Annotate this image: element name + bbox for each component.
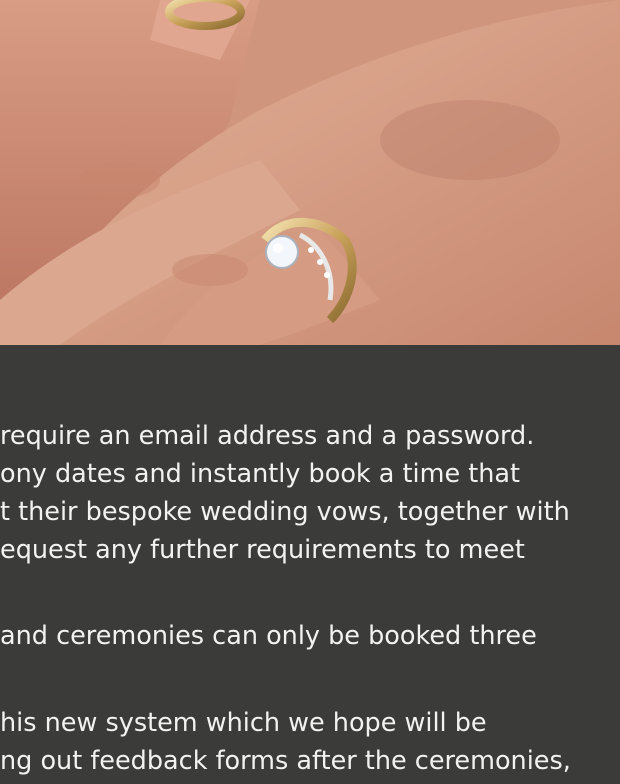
text-line: require an email address and a password.	[0, 421, 535, 451]
article-text-panel: require an email address and a password.…	[0, 345, 620, 784]
paragraph-ceremonies: and ceremonies can only be booked three	[0, 617, 537, 655]
text-line: equest any further requirements to meet	[0, 535, 525, 565]
text-line: ony dates and instantly book a time that	[0, 459, 521, 489]
text-line: ng out feedback forms after the ceremoni…	[0, 746, 571, 776]
text-line: t their bespoke wedding vows, together w…	[0, 497, 570, 527]
text-line: and ceremonies can only be booked three	[0, 621, 537, 651]
text-line: his new system which we hope will be	[0, 708, 487, 738]
paragraph-booking: require an email address and a password.…	[0, 417, 570, 569]
wedding-ring-photo	[0, 0, 620, 345]
paragraph-system: his new system which we hope will be ng …	[0, 704, 571, 780]
